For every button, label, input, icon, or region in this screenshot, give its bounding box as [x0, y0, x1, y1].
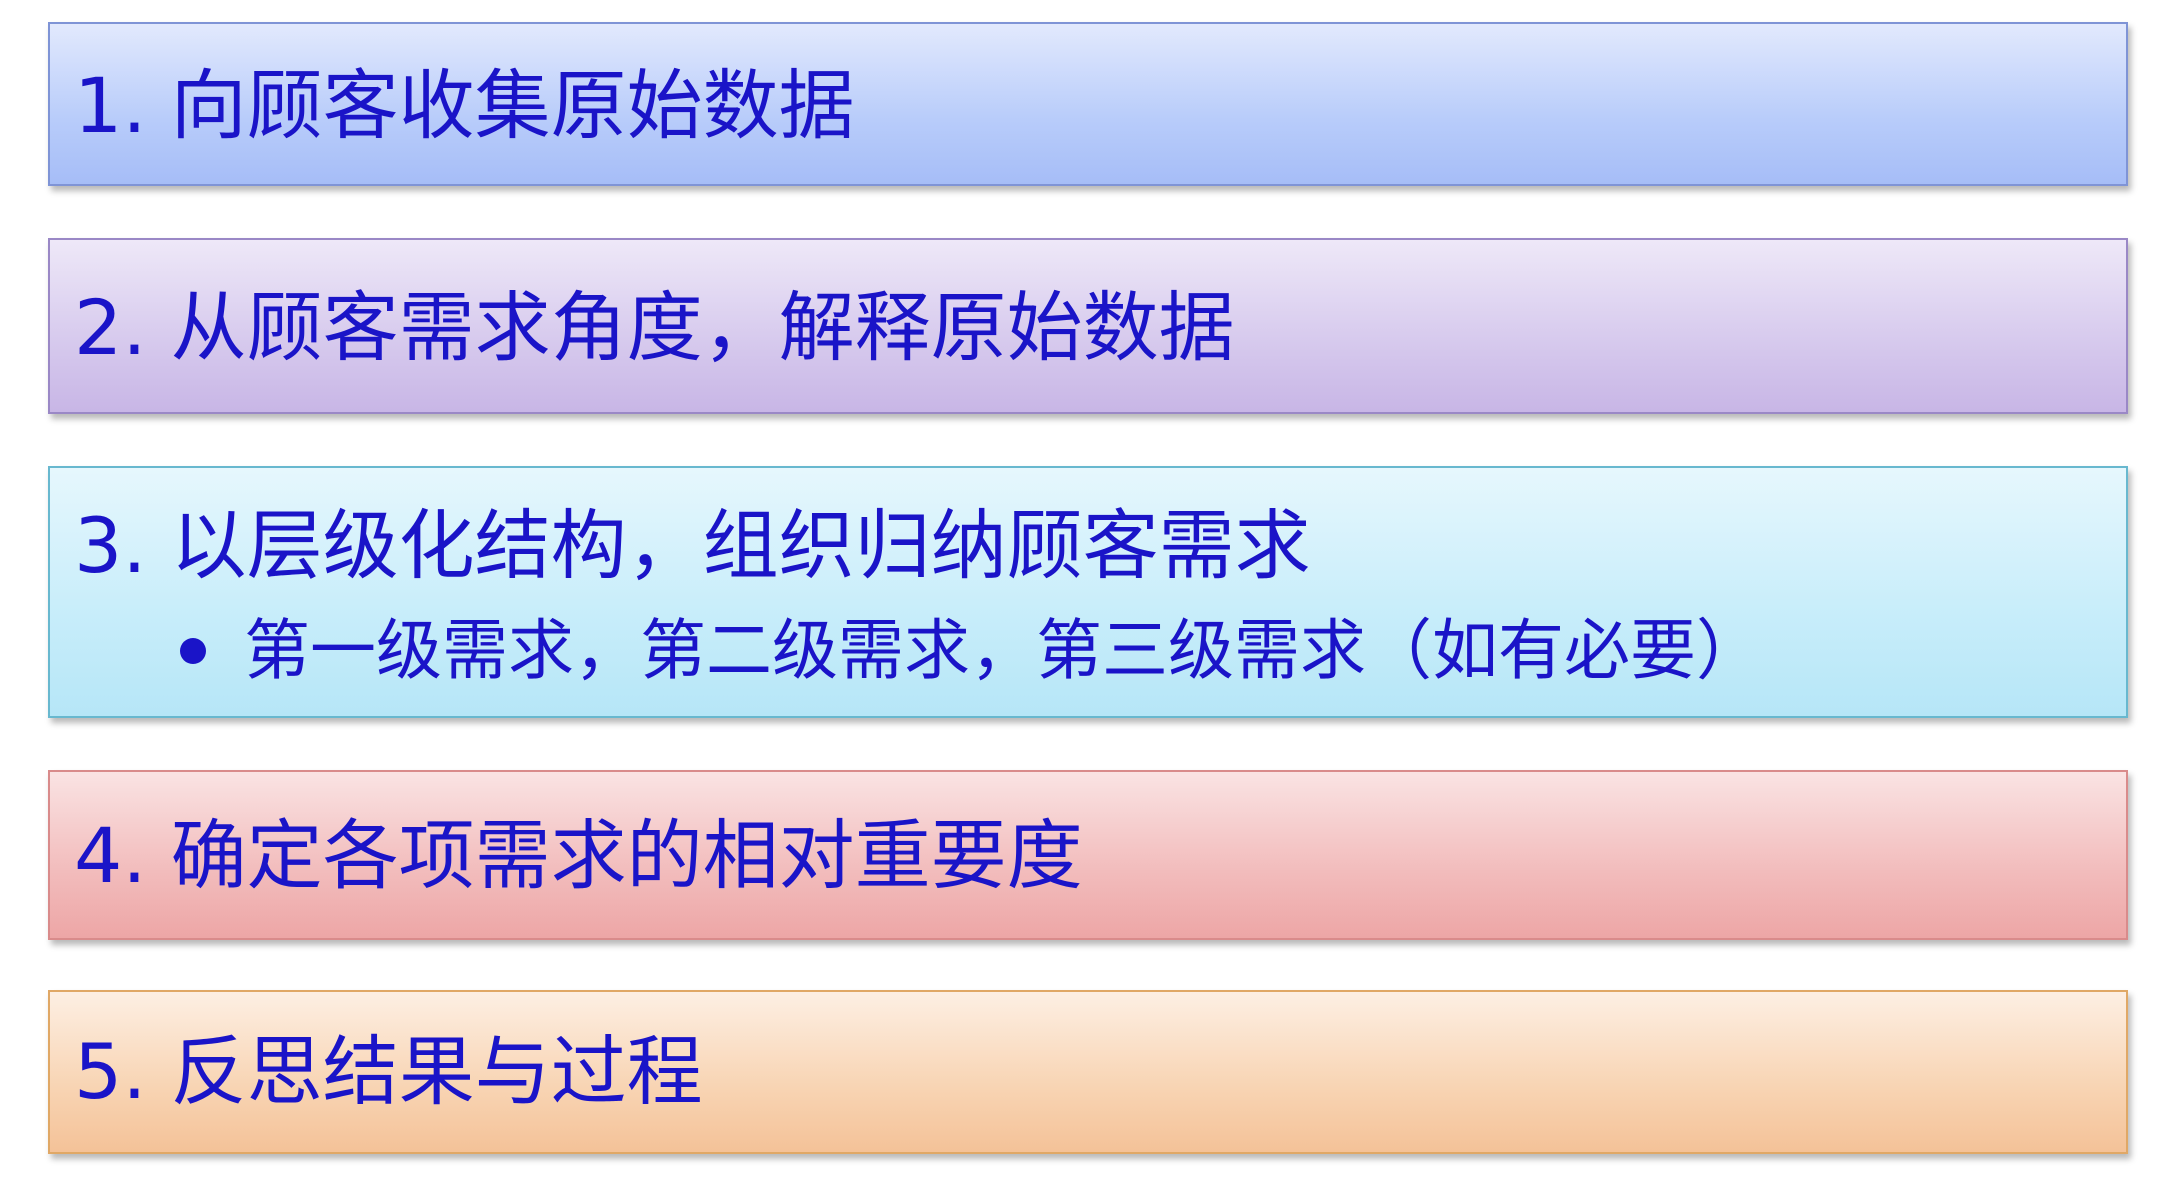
step-1-text: 1. 向顾客收集原始数据: [74, 61, 855, 150]
step-2-text: 2. 从顾客需求角度，解释原始数据: [74, 283, 1235, 372]
step-2-box: 2. 从顾客需求角度，解释原始数据: [48, 238, 2128, 414]
bullet-icon: [180, 638, 206, 664]
step-3-box: 3. 以层级化结构，组织归纳顾客需求 第一级需求，第二级需求，第三级需求（如有必…: [48, 466, 2128, 718]
step-3-sub-item: 第一级需求，第二级需求，第三级需求（如有必要）: [180, 618, 1762, 684]
step-4-text: 4. 确定各项需求的相对重要度: [74, 811, 1083, 900]
step-1-box: 1. 向顾客收集原始数据: [48, 22, 2128, 186]
step-5-box: 5. 反思结果与过程: [48, 990, 2128, 1154]
step-4-box: 4. 确定各项需求的相对重要度: [48, 770, 2128, 940]
step-5-text: 5. 反思结果与过程: [74, 1027, 703, 1116]
step-3-sub-item-text: 第一级需求，第二级需求，第三级需求（如有必要）: [244, 612, 1762, 689]
step-3-text: 3. 以层级化结构，组织归纳顾客需求: [74, 501, 1311, 590]
